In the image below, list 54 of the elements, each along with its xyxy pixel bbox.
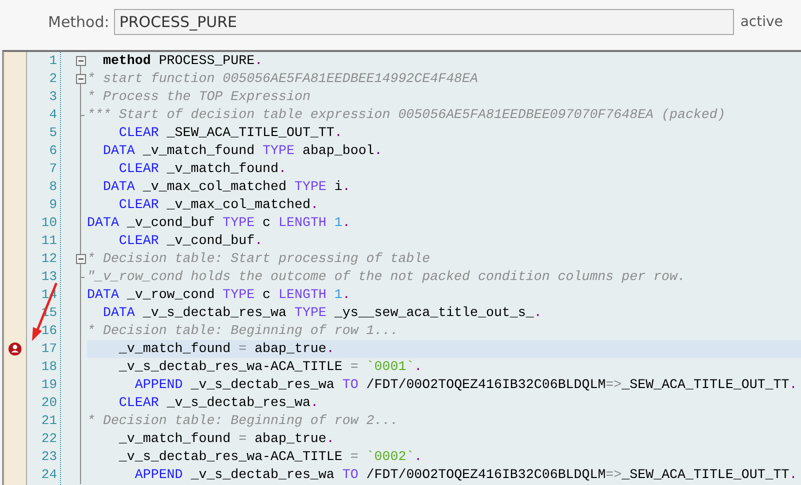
method-field[interactable]: PROCESS_PURE bbox=[114, 9, 734, 35]
code-line: *** Start of decision table expression 005056AE5FA81EEDBEE097070F7648EA (packed) bbox=[87, 107, 726, 122]
code-line: CLEAR _v_max_col_matched. bbox=[118, 197, 318, 212]
line-number: 1 bbox=[49, 53, 57, 68]
code-line: _v_s_dectab_res_wa-ACA_TITLE = `0002`. bbox=[118, 449, 422, 464]
code-line: DATA _v_cond_buf TYPE c LENGTH 1. bbox=[87, 215, 350, 230]
line-number: 4 bbox=[49, 107, 57, 122]
method-label: Method: bbox=[48, 13, 110, 31]
code-line: method PROCESS_PURE. bbox=[102, 53, 263, 68]
code-line: * Process the TOP Expression bbox=[87, 89, 310, 104]
line-number: 12 bbox=[41, 251, 57, 266]
code-line: * Decision table: Beginning of row 2... bbox=[87, 413, 398, 428]
code-line: APPEND _v_s_dectab_res_wa TO /FDT/00O2TOQEZ416IB32C06BLDQLM=>_SEW_ACA_TITLE_OUT_TT. bbox=[134, 377, 798, 392]
code-line: _v_match_found = abap_true. bbox=[118, 341, 334, 356]
code-line: CLEAR _v_s_dectab_res_wa. bbox=[118, 395, 318, 410]
line-number: 8 bbox=[49, 179, 57, 194]
code-line: * Decision table: Start processing of table bbox=[87, 251, 430, 266]
line-number: 22 bbox=[41, 431, 57, 446]
code-line: DATA _v_row_cond TYPE c LENGTH 1. bbox=[87, 287, 350, 302]
code-line: CLEAR _v_cond_buf. bbox=[118, 233, 263, 248]
line-number: 7 bbox=[49, 161, 57, 176]
code-line: DATA _v_match_found TYPE abap_bool. bbox=[102, 143, 382, 158]
annotation-arrow bbox=[30, 281, 60, 343]
collapse-icon[interactable] bbox=[76, 254, 86, 264]
collapse-icon[interactable] bbox=[76, 56, 86, 66]
line-number: 19 bbox=[41, 377, 57, 392]
line-number: 2 bbox=[49, 71, 57, 86]
line-number: 23 bbox=[41, 449, 57, 464]
code-line: DATA _v_s_dectab_res_wa TYPE _ys__sew_aca_title_out_s_. bbox=[102, 305, 542, 320]
line-number: 18 bbox=[41, 359, 57, 374]
code-line: DATA _v_max_col_matched TYPE i. bbox=[102, 179, 350, 194]
status-label: active bbox=[740, 14, 783, 30]
code-line: APPEND _v_s_dectab_res_wa TO /FDT/00O2TOQEZ416IB32C06BLDQLM=>_SEW_ACA_TITLE_OUT_TT. bbox=[134, 467, 798, 482]
line-number: 17 bbox=[41, 341, 57, 356]
code-line: * Decision table: Beginning of row 1... bbox=[87, 323, 398, 338]
code-line: _v_match_found = abap_true. bbox=[118, 431, 334, 446]
line-number: 3 bbox=[49, 89, 57, 104]
code-line: CLEAR _v_match_found. bbox=[118, 161, 287, 176]
collapse-icon[interactable] bbox=[76, 74, 86, 84]
breakpoint-icon[interactable] bbox=[8, 342, 22, 356]
line-number: 13 bbox=[41, 269, 57, 284]
line-number: 21 bbox=[41, 413, 57, 428]
code-line: "_v_row_cond holds the outcome of the not packed condition columns per row. bbox=[87, 269, 686, 284]
code-line: * start function 005056AE5FA81EEDBEE14992CE4F48EA bbox=[87, 71, 478, 86]
line-number: 16 bbox=[41, 323, 57, 338]
code-line: CLEAR _SEW_ACA_TITLE_OUT_TT. bbox=[118, 125, 342, 140]
line-number: 6 bbox=[49, 143, 57, 158]
line-number: 5 bbox=[49, 125, 57, 140]
code-line: _v_s_dectab_res_wa-ACA_TITLE = `0001`. bbox=[118, 359, 422, 374]
line-number: 11 bbox=[41, 233, 57, 248]
line-number: 9 bbox=[49, 197, 57, 212]
line-number: 24 bbox=[41, 467, 57, 482]
line-number: 20 bbox=[41, 395, 57, 410]
line-number: 10 bbox=[41, 215, 57, 230]
